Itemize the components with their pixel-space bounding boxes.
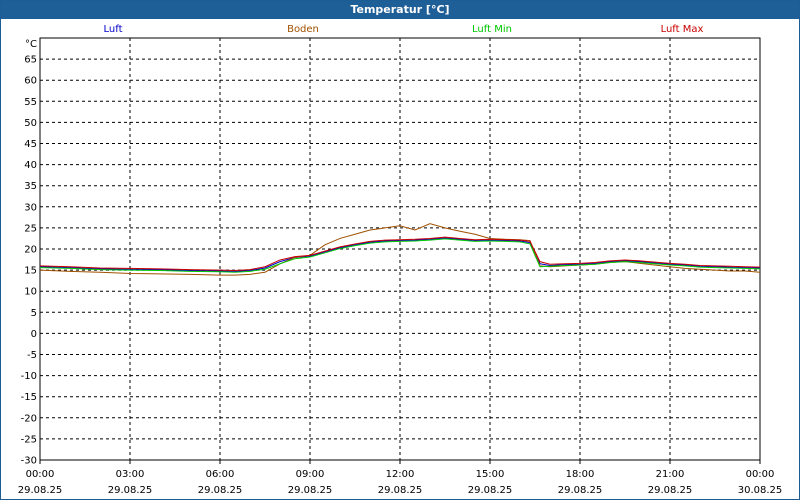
y-tick-label: 30	[24, 202, 37, 213]
y-tick-label: 40	[24, 160, 37, 171]
x-tick-time-label: 09:00	[296, 469, 325, 480]
y-axis-unit-label: °C	[25, 39, 37, 50]
x-tick-time-label: 00:00	[746, 469, 775, 480]
x-tick-date-label: 29.08.25	[468, 485, 513, 496]
x-tick-time-label: 00:00	[26, 469, 55, 480]
y-tick-label: -25	[21, 434, 37, 445]
y-tick-label: 15	[24, 266, 37, 277]
y-tick-label: 50	[24, 118, 37, 129]
x-tick-date-label: 29.08.25	[288, 485, 333, 496]
x-tick-date-label: 29.08.25	[108, 485, 153, 496]
y-tick-label: 60	[24, 76, 37, 87]
x-tick-time-label: 06:00	[206, 469, 235, 480]
y-tick-label: 35	[24, 181, 37, 192]
y-tick-label: -20	[21, 413, 37, 424]
y-tick-label: 45	[24, 139, 37, 150]
y-tick-label: 55	[24, 97, 37, 108]
y-tick-label: 5	[31, 308, 37, 319]
y-tick-label: 0	[31, 329, 37, 340]
x-tick-time-label: 12:00	[386, 469, 415, 480]
y-tick-label: -30	[21, 456, 37, 467]
x-tick-time-label: 15:00	[476, 469, 505, 480]
y-tick-label: 20	[24, 245, 37, 256]
x-tick-date-label: 29.08.25	[18, 485, 63, 496]
x-tick-time-label: 21:00	[656, 469, 685, 480]
x-tick-time-label: 18:00	[566, 469, 595, 480]
x-tick-date-label: 29.08.25	[198, 485, 243, 496]
x-tick-date-label: 30.08.25	[738, 485, 783, 496]
x-tick-date-label: 29.08.25	[648, 485, 693, 496]
temperature-chart: -30 -25 -20 -15 -10 -5 0 5 10 15 20 25 30 35 40 45 50 55 6…	[18, 37, 783, 496]
y-tick-label: -10	[21, 371, 37, 382]
y-tick-label: -5	[27, 350, 37, 361]
y-tick-label: 10	[24, 287, 37, 298]
x-tick-date-label: 29.08.25	[378, 485, 423, 496]
x-tick-date-label: 29.08.25	[558, 485, 603, 496]
y-tick-label: 25	[24, 223, 37, 234]
x-tick-time-label: 03:00	[116, 469, 145, 480]
y-tick-label: -15	[21, 392, 37, 403]
y-tick-label: 65	[24, 55, 37, 66]
